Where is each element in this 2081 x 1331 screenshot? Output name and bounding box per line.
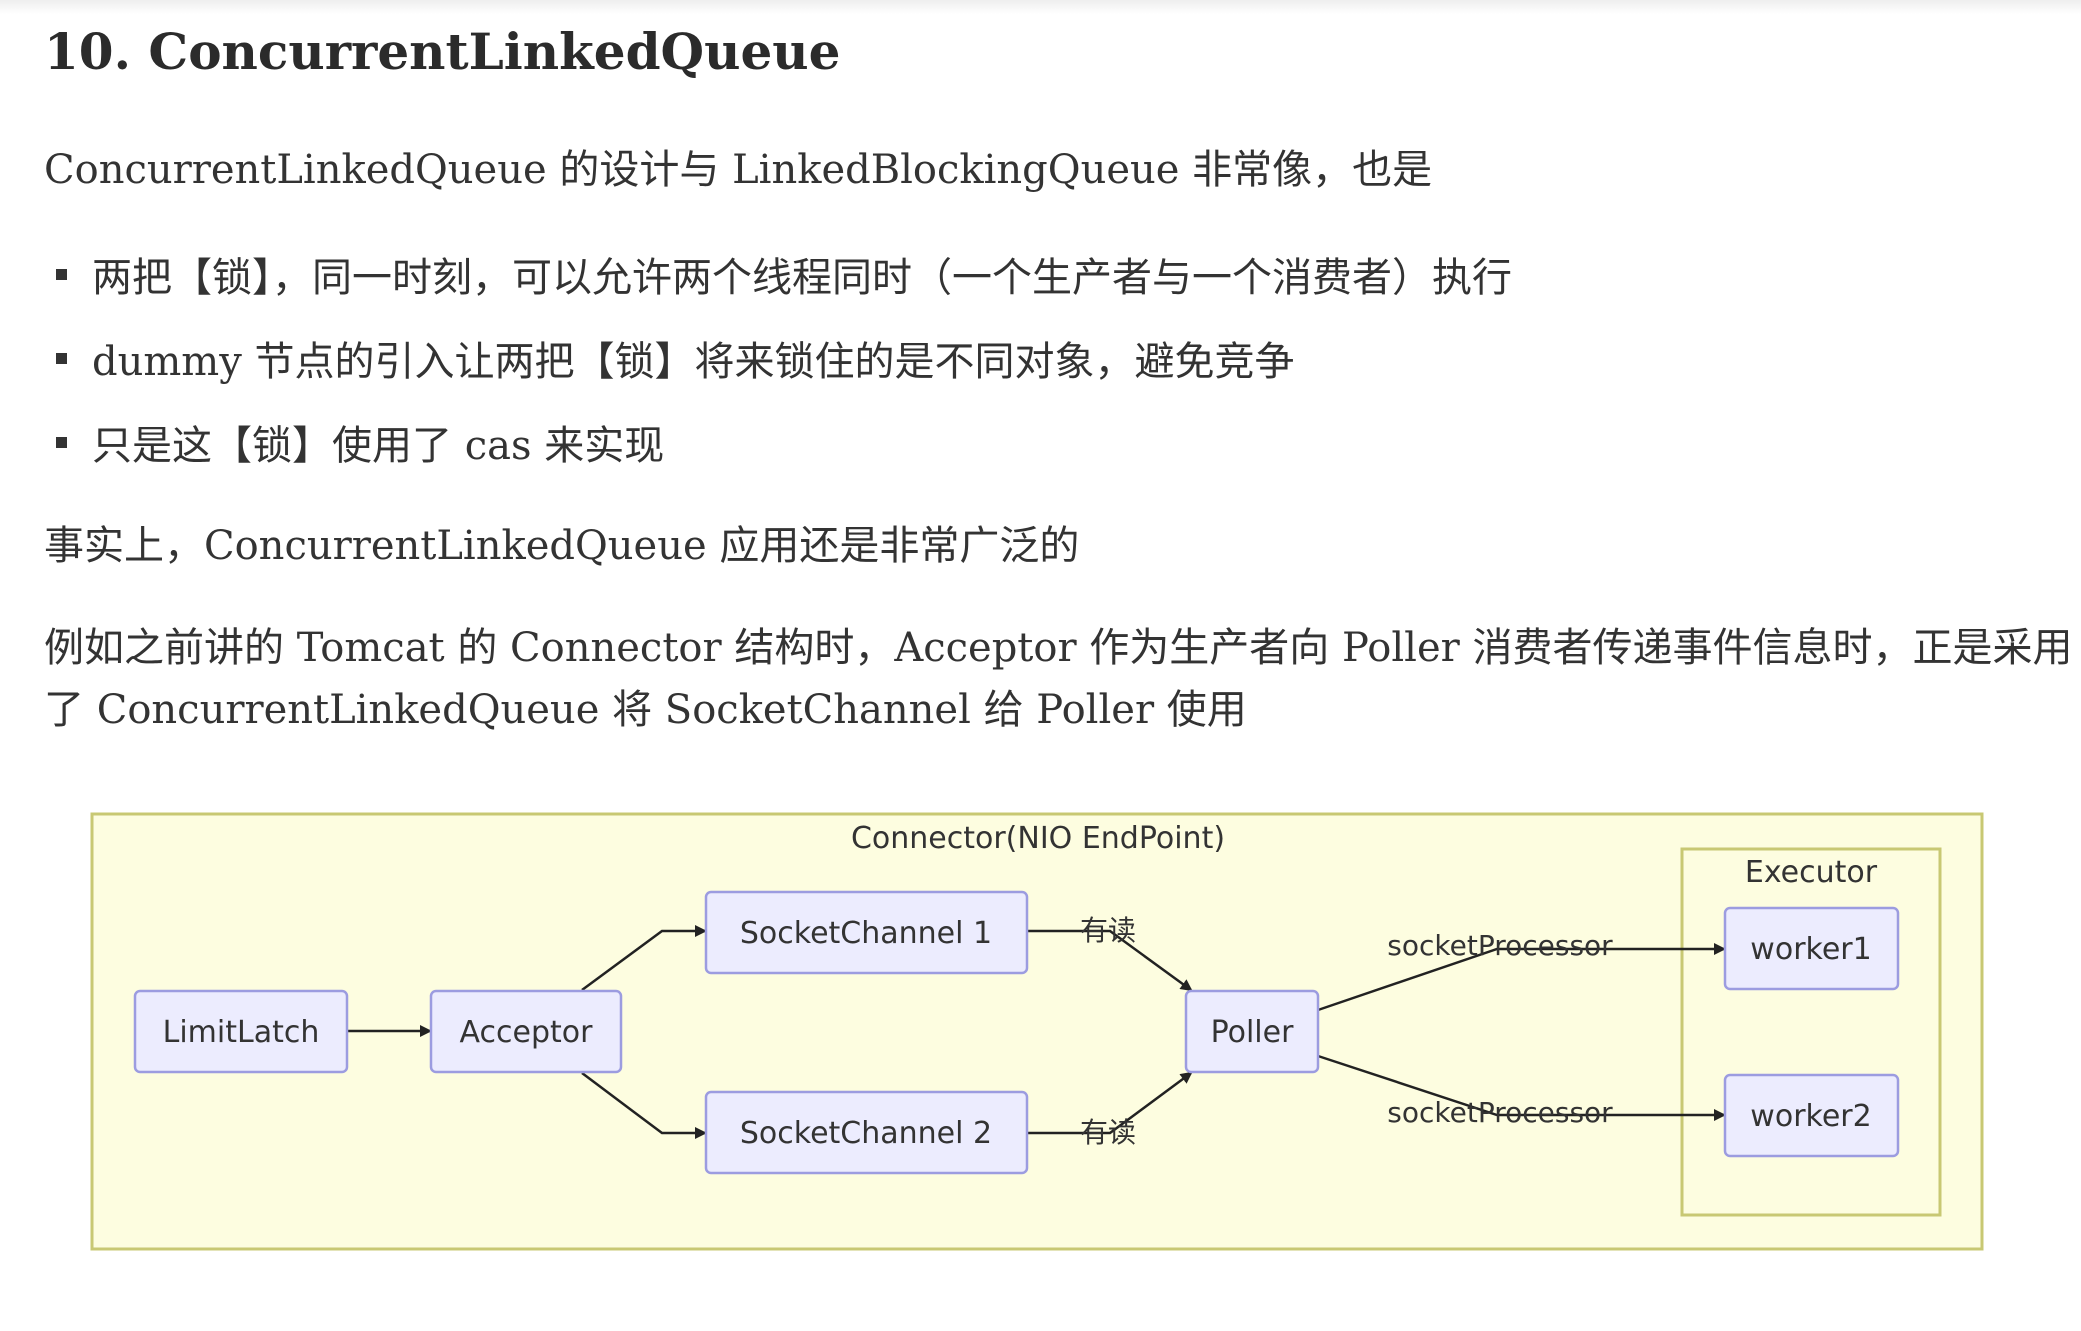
node-label: worker2 xyxy=(1750,1099,1871,1134)
node-acceptor: Acceptor xyxy=(429,989,623,1074)
edge-label-socketprocessor-2: socketProcessor xyxy=(1387,1096,1613,1129)
node-worker2: worker2 xyxy=(1723,1073,1900,1158)
edge-label-read-2: 有读 xyxy=(1080,1116,1136,1149)
node-label: SocketChannel 2 xyxy=(740,1116,992,1151)
node-worker1: worker1 xyxy=(1723,906,1900,991)
node-limitlatch: LimitLatch xyxy=(133,989,349,1074)
executor-title: Executor xyxy=(1745,855,1878,890)
node-label: worker1 xyxy=(1750,932,1871,967)
edge-label-socketprocessor-1: socketProcessor xyxy=(1387,929,1613,962)
node-label: Poller xyxy=(1211,1015,1295,1050)
edge-label-read-1: 有读 xyxy=(1080,914,1136,947)
node-label: SocketChannel 1 xyxy=(740,916,992,951)
node-socketchannel1: SocketChannel 1 xyxy=(704,890,1029,975)
executor-container xyxy=(1680,847,1942,1217)
connector-title: Connector(NIO EndPoint) xyxy=(851,821,1225,856)
node-socketchannel2: SocketChannel 2 xyxy=(704,1090,1029,1175)
node-label: LimitLatch xyxy=(163,1015,320,1050)
node-poller: Poller xyxy=(1184,989,1320,1074)
node-label: Acceptor xyxy=(460,1015,594,1050)
connector-flowchart: Connector(NIO EndPoint) Executor 有读 有读 s… xyxy=(90,812,1984,1251)
